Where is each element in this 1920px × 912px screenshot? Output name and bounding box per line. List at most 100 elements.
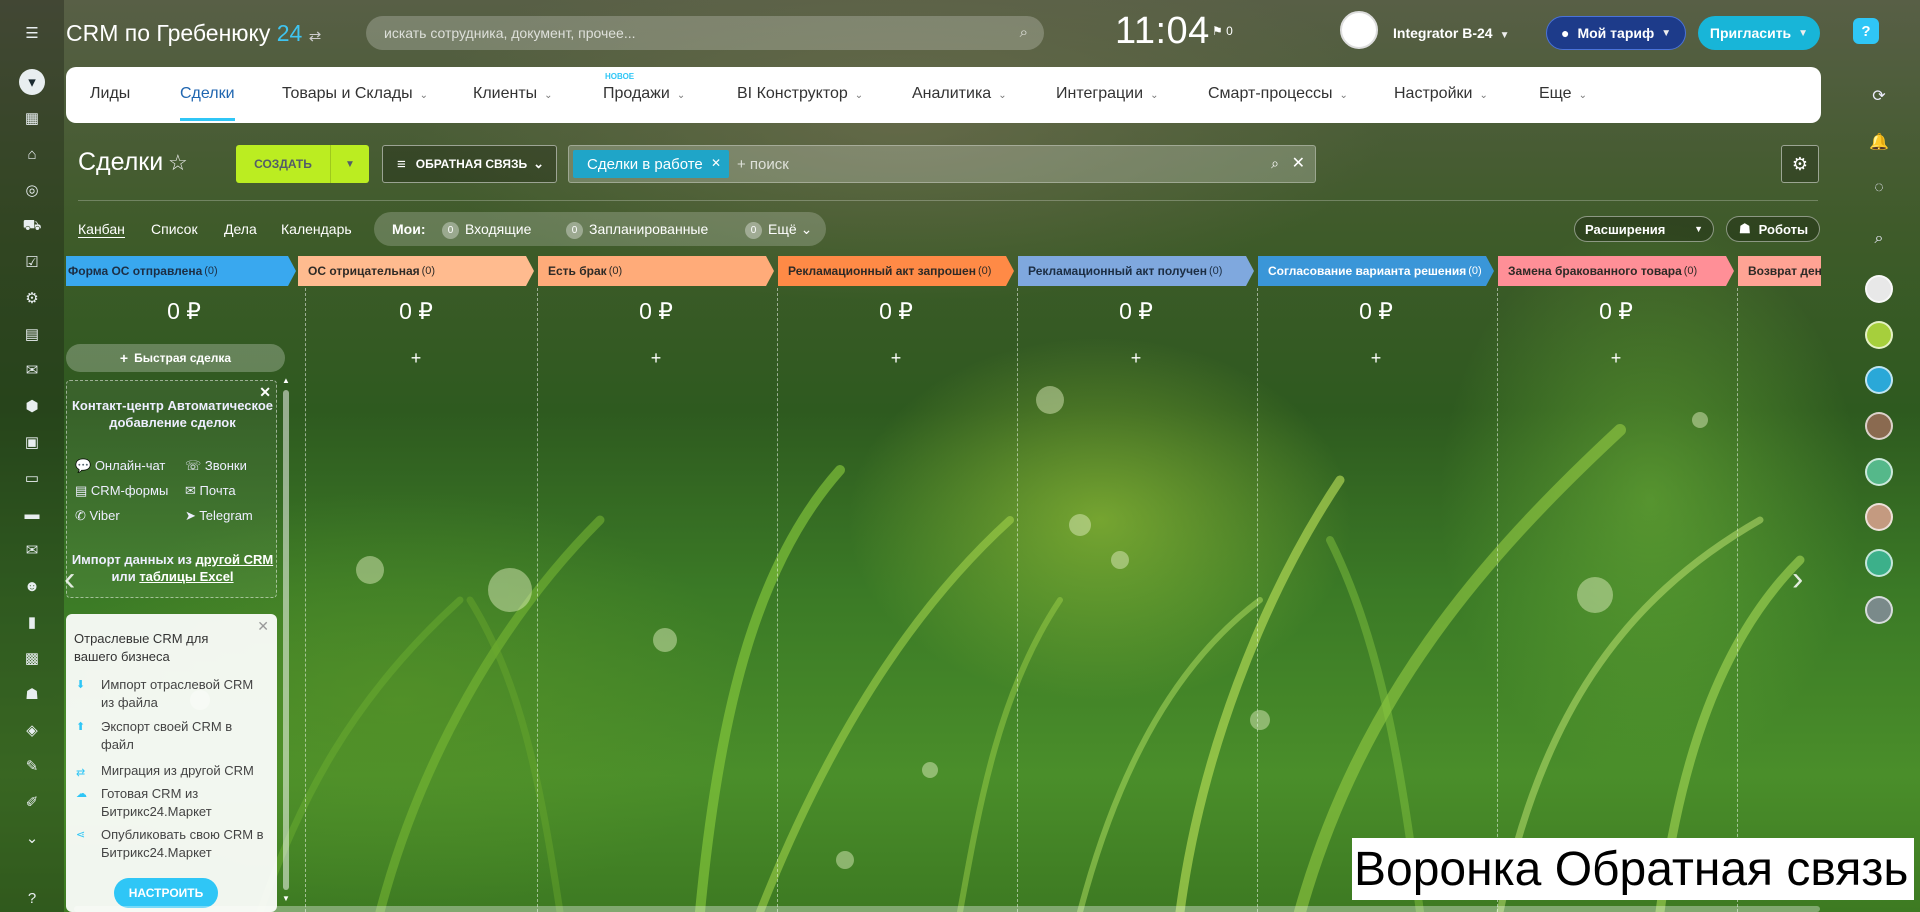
- scroll-down-icon[interactable]: ▼: [282, 894, 290, 903]
- industry-item[interactable]: Опубликовать свою CRM в Битрикс24.Маркет: [101, 826, 271, 862]
- search-icon[interactable]: ⌕: [1271, 155, 1279, 172]
- quick-deal-button[interactable]: + Быстрая сделка: [66, 344, 285, 372]
- close-icon[interactable]: ✕: [257, 618, 269, 635]
- chevron-down-icon[interactable]: ▼: [1694, 224, 1703, 234]
- industry-item[interactable]: Готовая CRM из Битрикс24.Маркет: [101, 785, 251, 821]
- card-icon[interactable]: ▤: [19, 321, 45, 347]
- funnel-filter-icon[interactable]: ▾: [19, 69, 45, 95]
- flag-counter[interactable]: ⚑ 0: [1212, 24, 1233, 38]
- bell-icon[interactable]: 🔔: [1864, 127, 1894, 157]
- column-header[interactable]: ОС отрицательная (0): [298, 256, 534, 286]
- chevron-left-icon[interactable]: ‹: [64, 560, 75, 599]
- import-excel-link[interactable]: таблицы Excel: [139, 569, 233, 584]
- nav-item-sales[interactable]: Продажи ⌄: [603, 85, 685, 103]
- column-header[interactable]: Замена бракованного товара (0): [1498, 256, 1734, 286]
- extensions-button[interactable]: Расширения ▼: [1574, 216, 1714, 242]
- menu-icon[interactable]: ☰: [19, 20, 45, 46]
- cc-mail[interactable]: ✉ Почта: [185, 483, 236, 499]
- tariff-button[interactable]: ● Мой тариф ▼: [1546, 16, 1686, 50]
- chat-icon[interactable]: ✉: [19, 357, 45, 383]
- user-avatar[interactable]: [1340, 11, 1378, 49]
- avatar[interactable]: [1865, 458, 1893, 486]
- clock[interactable]: 11:04: [1115, 10, 1210, 53]
- edit-list-icon[interactable]: ✎: [19, 753, 45, 779]
- clear-icon[interactable]: ✕: [1292, 153, 1305, 173]
- storage-icon[interactable]: ▬: [19, 501, 45, 527]
- counter-incoming[interactable]: 0 Входящие: [442, 221, 531, 239]
- industry-item[interactable]: Импорт отраслевой CRM из файла: [101, 676, 266, 712]
- nav-item-products[interactable]: Товары и Склады ⌄: [282, 85, 428, 103]
- create-button[interactable]: СОЗДАТЬ ▼: [236, 145, 369, 183]
- nav-item-clients[interactable]: Клиенты ⌄: [473, 85, 553, 103]
- nav-item-more[interactable]: Еще ⌄: [1539, 85, 1587, 103]
- tab-kanban[interactable]: Канбан: [78, 221, 125, 238]
- add-deal-icon[interactable]: +: [778, 348, 1014, 369]
- column-header[interactable]: Рекламационный акт запрошен (0): [778, 256, 1014, 286]
- document-icon[interactable]: ▭: [19, 465, 45, 491]
- nav-item-leads[interactable]: Лиды: [90, 85, 130, 103]
- column-header[interactable]: Рекламационный акт получен (0): [1018, 256, 1254, 286]
- counter-planned[interactable]: 0 Запланированные: [566, 221, 708, 239]
- nav-item-integrations[interactable]: Интеграции ⌄: [1056, 85, 1158, 103]
- checkbox-icon[interactable]: ☑: [19, 249, 45, 275]
- avatar[interactable]: [1865, 275, 1893, 303]
- swap-icon[interactable]: ⇄: [309, 28, 322, 45]
- robot-icon[interactable]: ☗: [19, 681, 45, 707]
- cc-viber[interactable]: ✆ Viber: [75, 508, 120, 524]
- search-input[interactable]: искать сотрудника, документ, прочее... ⌕: [366, 16, 1044, 50]
- horizontal-scrollbar[interactable]: [74, 906, 1820, 912]
- avatar[interactable]: [1865, 503, 1893, 531]
- nav-item-settings[interactable]: Настройки ⌄: [1394, 85, 1488, 103]
- nav-item-bi[interactable]: BI Конструктор ⌄: [737, 85, 863, 103]
- scroll-thumb[interactable]: [283, 390, 289, 890]
- filter-search-bar[interactable]: Сделки в работе ✕ + поиск ⌕ ✕: [568, 145, 1316, 183]
- shield-icon[interactable]: ⬢: [19, 393, 45, 419]
- column-header[interactable]: Есть брак (0): [538, 256, 774, 286]
- tab-list[interactable]: Список: [151, 221, 198, 237]
- add-deal-icon[interactable]: +: [298, 348, 534, 369]
- contact-card-icon[interactable]: ▩: [19, 645, 45, 671]
- users-icon[interactable]: ☻: [19, 573, 45, 599]
- flow-icon[interactable]: ⚙: [19, 285, 45, 311]
- vertical-scrollbar[interactable]: ▲ ▼: [281, 376, 291, 910]
- invite-button[interactable]: Пригласить ▼: [1698, 16, 1820, 50]
- import-crm-link[interactable]: другой CRM: [196, 552, 274, 567]
- portal-logo[interactable]: CRM по Гребенюку 24 ⇄: [66, 20, 321, 47]
- nav-item-deals[interactable]: Сделки: [180, 85, 235, 121]
- funnel-select-button[interactable]: ≡ ОБРАТНАЯ СВЯЗЬ ⌄: [382, 145, 557, 183]
- column-header[interactable]: Возврат денег: [1738, 256, 1821, 286]
- copilot-icon[interactable]: ⟳: [1864, 81, 1894, 111]
- avatar[interactable]: [1865, 549, 1893, 577]
- cc-telegram[interactable]: ➤ Telegram: [185, 508, 253, 524]
- star-icon[interactable]: ☆: [168, 150, 188, 176]
- chevron-down-icon[interactable]: ▼: [331, 159, 369, 170]
- bank-icon[interactable]: ⌂: [19, 141, 45, 167]
- industry-item[interactable]: Экспорт своей CRM в файл: [101, 718, 251, 754]
- more-icon[interactable]: ⌄: [19, 825, 45, 851]
- avatar[interactable]: [1865, 412, 1893, 440]
- filter-tag[interactable]: Сделки в работе ✕: [573, 150, 729, 178]
- add-deal-icon[interactable]: +: [1258, 348, 1494, 369]
- nav-item-analytics[interactable]: Аналитика ⌄: [912, 85, 1007, 103]
- tab-activities[interactable]: Дела: [224, 221, 257, 237]
- pen-icon[interactable]: ✐: [19, 789, 45, 815]
- add-deal-icon[interactable]: +: [538, 348, 774, 369]
- tab-calendar[interactable]: Календарь: [281, 221, 352, 237]
- close-icon[interactable]: ✕: [711, 156, 721, 170]
- scroll-up-icon[interactable]: ▲: [282, 376, 290, 385]
- avatar[interactable]: [1865, 596, 1893, 624]
- search-icon[interactable]: ⌕: [1864, 224, 1894, 254]
- chevron-right-icon[interactable]: ›: [1792, 560, 1803, 599]
- cart-icon[interactable]: ⛟: [19, 213, 45, 239]
- box-icon[interactable]: ◈: [19, 717, 45, 743]
- target-icon[interactable]: ◎: [19, 177, 45, 203]
- add-deal-icon[interactable]: +: [1018, 348, 1254, 369]
- chart-icon[interactable]: ▮: [19, 609, 45, 635]
- cc-crm-forms[interactable]: ▤ CRM-формы: [75, 483, 168, 499]
- chat-bubble-icon[interactable]: ◌: [1864, 173, 1894, 203]
- avatar[interactable]: [1865, 366, 1893, 394]
- calendar-tasks-icon[interactable]: ▦: [19, 105, 45, 131]
- cc-online-chat[interactable]: 💬 Онлайн-чат: [75, 458, 165, 474]
- gear-icon[interactable]: ⚙: [1781, 145, 1819, 183]
- mail-icon[interactable]: ✉: [19, 537, 45, 563]
